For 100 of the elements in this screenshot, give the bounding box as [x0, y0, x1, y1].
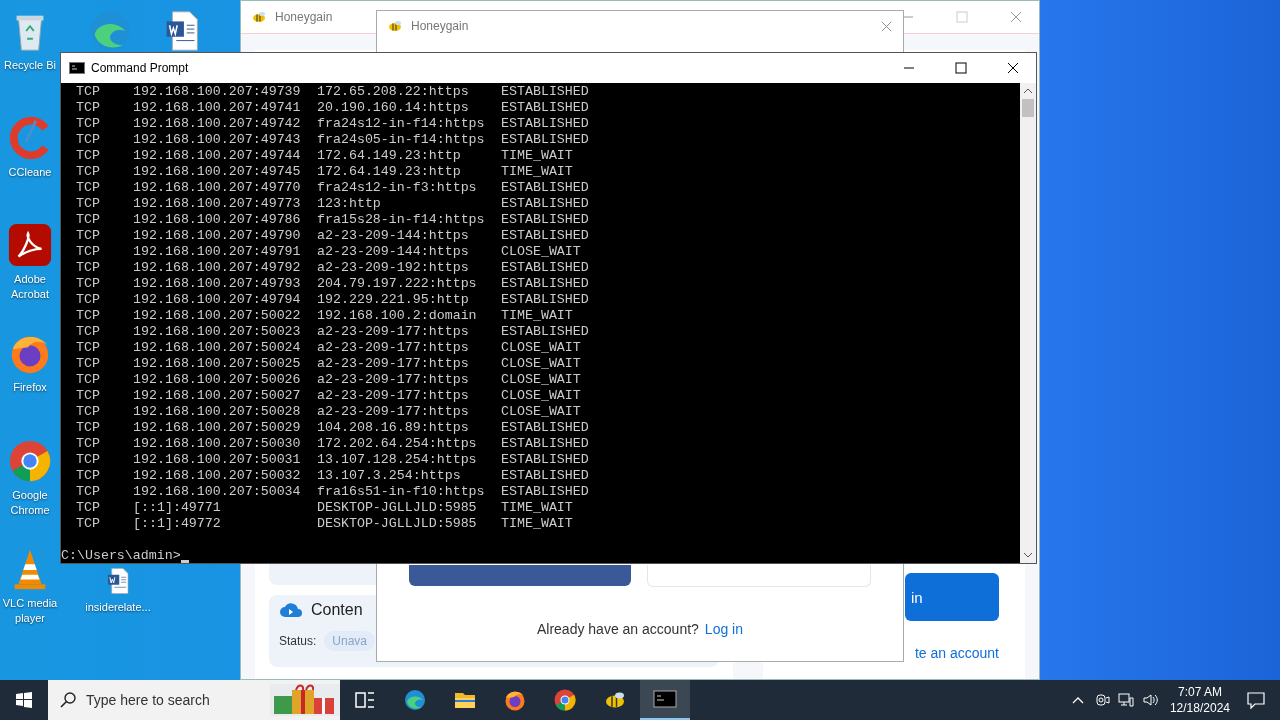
- protocol-text: TCP: [76, 260, 101, 276]
- protocol-text: TCP: [76, 164, 101, 180]
- foreign-address-text: 13.107.128.254:https: [317, 452, 478, 468]
- state-text: ESTABLISHED: [501, 420, 589, 436]
- foreign-address-text: fra24s05-in-f14:https: [317, 132, 486, 148]
- local-address-text: 192.168.100.207:49792: [133, 260, 302, 276]
- scrollbar-thumb[interactable]: [1022, 99, 1034, 117]
- protocol-text: TCP: [76, 84, 101, 100]
- bee-icon: [251, 11, 267, 23]
- state-text: CLOSE_WAIT: [501, 372, 581, 388]
- desktop-icon-label[interactable]: Google Chrome: [2, 488, 58, 518]
- taskbar-app-button[interactable]: [640, 680, 690, 720]
- state-text: TIME_WAIT: [501, 516, 573, 532]
- protocol-text: TCP: [76, 500, 101, 516]
- desktop-icon-label[interactable]: Firefox: [13, 380, 47, 395]
- network-icon[interactable]: [1117, 692, 1134, 708]
- search-field[interactable]: Type here to search: [48, 680, 340, 720]
- protocol-text: TCP: [76, 388, 101, 404]
- edge-icon: [403, 688, 427, 712]
- local-address-text: 192.168.100.207:50031: [133, 452, 302, 468]
- state-text: ESTABLISHED: [501, 100, 589, 116]
- state-text: ESTABLISHED: [501, 132, 589, 148]
- state-text: ESTABLISHED: [501, 212, 589, 228]
- foreign-address-text: DESKTOP-JGLLJLD:5985: [317, 516, 478, 532]
- desktop-icon-label[interactable]: VLC media player: [2, 596, 58, 626]
- local-address-text: 192.168.100.207:49744: [133, 148, 302, 164]
- create-account-link[interactable]: te an account: [914, 645, 999, 661]
- desktop-icon-label[interactable]: CCleane: [8, 165, 52, 180]
- state-text: ESTABLISHED: [501, 260, 589, 276]
- state-text: ESTABLISHED: [501, 228, 589, 244]
- login-button[interactable]: in: [905, 573, 999, 621]
- chrome-icon[interactable]: [7, 438, 53, 484]
- local-address-text: 192.168.100.207:49791: [133, 244, 302, 260]
- local-address-text: 192.168.100.207:50027: [133, 388, 302, 404]
- status-label: Status:: [279, 634, 317, 648]
- status-chip: Unava: [324, 631, 376, 651]
- foreign-address-text: 192.229.221.95:http: [317, 292, 470, 308]
- local-address-text: 192.168.100.207:49773: [133, 196, 302, 212]
- card-title: Conten: [311, 601, 363, 619]
- windows-start-icon[interactable]: [16, 692, 32, 708]
- close-button[interactable]: [880, 19, 893, 33]
- notifications-icon[interactable]: [1246, 690, 1266, 710]
- scrollbar[interactable]: [1020, 83, 1036, 563]
- protocol-text: TCP: [76, 516, 101, 532]
- state-text: ESTABLISHED: [501, 484, 589, 500]
- protocol-text: TCP: [76, 100, 101, 116]
- local-address-text: 192.168.100.207:49790: [133, 228, 302, 244]
- state-text: CLOSE_WAIT: [501, 388, 581, 404]
- state-text: ESTABLISHED: [501, 276, 589, 292]
- state-text: ESTABLISHED: [501, 84, 589, 100]
- local-address-text: 192.168.100.207:50034: [133, 484, 302, 500]
- state-text: ESTABLISHED: [501, 180, 589, 196]
- text-cursor: [180, 560, 189, 563]
- protocol-text: TCP: [76, 308, 101, 324]
- desktop-icon-label[interactable]: insiderelate...: [85, 600, 151, 615]
- local-address-text: [::1]:49772: [133, 516, 222, 532]
- cloud-icon: [279, 602, 303, 618]
- console-icon: [69, 62, 85, 74]
- local-address-text: 192.168.100.207:49741: [133, 100, 302, 116]
- chrome-icon: [553, 688, 577, 712]
- state-text: ESTABLISHED: [501, 452, 589, 468]
- window-title: Command Prompt: [91, 61, 189, 75]
- foreign-address-text: 172.64.149.23:http: [317, 164, 462, 180]
- clock[interactable]: 7:07 AM 12/18/2024: [1161, 684, 1238, 716]
- foreign-address-text: a2-23-209-177:https: [317, 356, 470, 372]
- foreign-address-text: a2-23-209-177:https: [317, 324, 470, 340]
- window-title: Honeygain: [275, 10, 333, 24]
- protocol-text: TCP: [76, 212, 101, 228]
- state-text: CLOSE_WAIT: [501, 340, 581, 356]
- state-text: ESTABLISHED: [501, 468, 589, 484]
- local-address-text: 192.168.100.207:49786: [133, 212, 302, 228]
- foreign-address-text: a2-23-209-192:https: [317, 260, 470, 276]
- foreign-address-text: fra24s12-in-f14:https: [317, 116, 486, 132]
- local-address-text: 192.168.100.207:49770: [133, 180, 302, 196]
- state-text: TIME_WAIT: [501, 500, 573, 516]
- local-address-text: 192.168.100.207:50029: [133, 420, 302, 436]
- foreign-address-text: a2-23-209-177:https: [317, 404, 470, 420]
- state-text: CLOSE_WAIT: [501, 404, 581, 420]
- scroll-up-icon[interactable]: [1023, 87, 1033, 95]
- state-text: ESTABLISHED: [501, 292, 589, 308]
- command-prompt-text: C:\Users\admin>: [61, 548, 181, 563]
- dialog-title: Honeygain: [411, 19, 469, 33]
- scroll-down-icon[interactable]: [1023, 551, 1033, 559]
- foreign-address-text: DESKTOP-JGLLJLD:5985: [317, 500, 478, 516]
- protocol-text: TCP: [76, 356, 101, 372]
- local-address-text: 192.168.100.207:49743: [133, 132, 302, 148]
- foreign-address-text: 172.65.208.22:https: [317, 84, 470, 100]
- acrobat-icon[interactable]: [7, 222, 53, 268]
- desktop-icon-label[interactable]: Adobe Acrobat: [2, 272, 58, 302]
- local-address-text: 192.168.100.207:50022: [133, 308, 302, 324]
- protocol-text: TCP: [76, 452, 101, 468]
- volume-icon[interactable]: [1141, 692, 1158, 708]
- meet-icon[interactable]: [1093, 692, 1110, 708]
- login-link[interactable]: Log in: [704, 621, 743, 637]
- protocol-text: TCP: [76, 116, 101, 132]
- state-text: CLOSE_WAIT: [501, 244, 581, 260]
- protocol-text: TCP: [76, 324, 101, 340]
- clock-date: 12/18/2024: [1169, 700, 1230, 716]
- desktop-icon-label[interactable]: Recycle Bi: [4, 58, 56, 73]
- foreign-address-text: a2-23-209-177:https: [317, 388, 470, 404]
